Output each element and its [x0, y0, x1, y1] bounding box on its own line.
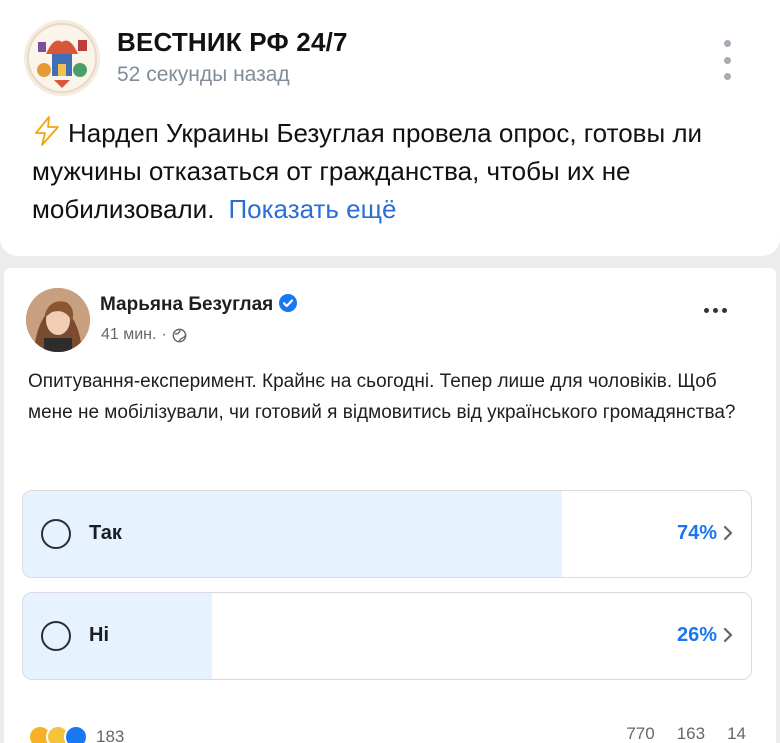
- author-avatar[interactable]: [26, 288, 90, 352]
- channel-avatar[interactable]: [24, 20, 100, 96]
- fb-post-text: Опитування-експеримент. Крайнє на сьогод…: [28, 371, 736, 423]
- vk-post-card: ВЕСТНИК РФ 24/7 52 секунды назад Нардеп …: [0, 0, 780, 256]
- radio-button[interactable]: [41, 519, 71, 549]
- chevron-right-icon: [723, 525, 733, 541]
- poll-option-label: Так: [89, 522, 122, 544]
- chevron-right-icon: [723, 627, 733, 643]
- post-meta: 41 мин. ·: [101, 326, 187, 344]
- facebook-post-screenshot: Марьяна Безуглая 41 мин. · Опитування-ек…: [4, 268, 776, 743]
- engagement-stats: 770 163 14: [626, 724, 746, 743]
- radio-button[interactable]: [41, 621, 71, 651]
- globe-icon: [172, 328, 187, 342]
- poll-option-label: Ні: [89, 624, 109, 646]
- other-count[interactable]: 14: [727, 724, 746, 743]
- horizontal-dots-icon: [704, 308, 709, 313]
- show-more-link[interactable]: Показать ещё: [228, 194, 396, 224]
- post-menu-button[interactable]: [716, 40, 738, 80]
- post-time[interactable]: 41 мин.: [101, 326, 156, 344]
- post-text: Нардеп Украины Безуглая провела опрос, г…: [32, 114, 752, 228]
- vertical-dots-icon: [723, 40, 731, 47]
- lightning-bolt-icon: [35, 116, 59, 146]
- author-name[interactable]: Марьяна Безуглая: [100, 294, 298, 316]
- reactions-summary[interactable]: 183: [28, 724, 124, 743]
- verified-badge-icon: [279, 294, 298, 312]
- reactions-count: 183: [96, 727, 125, 743]
- comments-count[interactable]: 770: [626, 724, 654, 743]
- post-timestamp: 52 секунды назад: [117, 63, 290, 86]
- fb-post-menu-button[interactable]: [704, 308, 727, 313]
- channel-name[interactable]: ВЕСТНИК РФ 24/7: [117, 27, 348, 58]
- author-name-text: Марьяна Безуглая: [100, 294, 274, 315]
- poll-option-percent: 74%: [676, 522, 717, 544]
- meta-separator: ·: [161, 326, 167, 343]
- poll-option-no[interactable]: Ні 26%: [22, 592, 752, 680]
- poll-option-percent: 26%: [676, 624, 717, 646]
- poll-option-yes[interactable]: Так 74%: [22, 490, 752, 578]
- like-reaction-icon: [64, 725, 88, 743]
- shares-count[interactable]: 163: [677, 724, 705, 743]
